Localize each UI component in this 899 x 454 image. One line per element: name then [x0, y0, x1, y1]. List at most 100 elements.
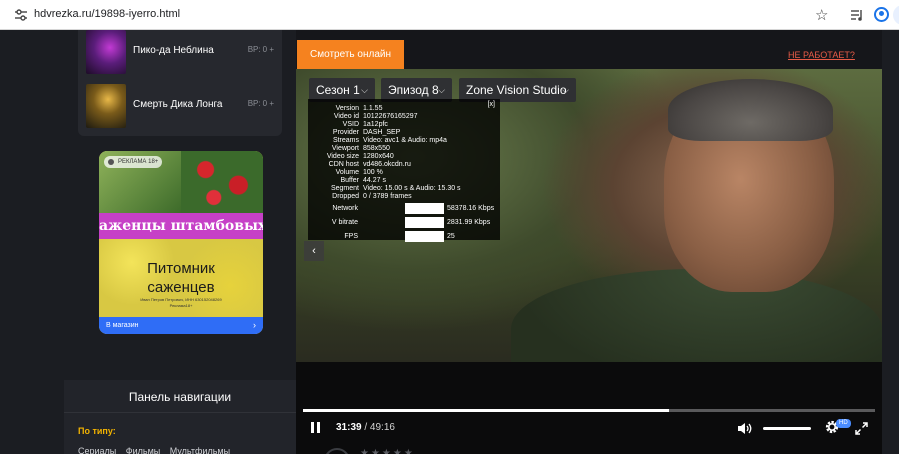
ad-headline-2: саженцев: [147, 279, 215, 296]
url-text[interactable]: hdvrezka.ru/19898-iyerro.html: [34, 8, 180, 20]
stats-graph-row: V bitrate 2831.99 Kbps: [308, 217, 500, 229]
right-gutter: [882, 30, 899, 454]
stats-value: 1.1.55: [363, 105, 383, 112]
progress-bar[interactable]: [303, 409, 875, 412]
volume-icon[interactable]: [737, 422, 753, 435]
ad-fine-print: Иван Петров Петрович, ИНН 630152048269: [140, 297, 222, 302]
navigation-panel: Панель навигации По типу: Сериалы Фильмы…: [64, 380, 296, 454]
stats-value: 858x550: [363, 145, 390, 152]
stats-key: Volume: [335, 169, 359, 176]
left-sidebar: Пико-да Неблина ВР: 0 + Смерть Дика Лонг…: [64, 30, 296, 454]
watch-header: Смотреть онлайн НЕ РАБОТАЕТ?: [296, 30, 882, 69]
stats-graph-row: Network 58378.16 Kbps: [308, 203, 500, 215]
stats-for-nerds-overlay: [x] Version 1.1.55 Video id 10122676165297 V…: [308, 99, 500, 243]
site-settings-icon[interactable]: [14, 8, 28, 22]
ad-fine-print-2: Реклама18+: [169, 303, 193, 308]
pause-icon[interactable]: [310, 422, 322, 435]
stats-row: Dropped 0 / 3789 frames: [308, 193, 500, 201]
poster-thumbnail[interactable]: [86, 30, 126, 74]
stats-row: Video id 10122676165297: [308, 113, 500, 121]
stats-graph-value: 25: [447, 233, 455, 240]
nav-panel-title: Панель навигации: [128, 390, 232, 404]
stats-graph-bar: [405, 217, 444, 228]
stats-row: Viewport 858x550: [308, 145, 500, 153]
total-time: 49:16: [369, 422, 395, 433]
profile-edge[interactable]: [893, 5, 899, 25]
progress-fill: [303, 409, 670, 412]
stats-row: Segment Video: 15.00 s & Audio: 15.30 s: [308, 185, 500, 193]
media-controls-icon[interactable]: [850, 8, 864, 22]
main-content: Смотреть онлайн НЕ РАБОТАЕТ? Сезон 1 ⌵ Э…: [296, 30, 899, 454]
stats-value: 44.27 s: [363, 177, 386, 184]
ad-shop-button[interactable]: В магазин ›: [99, 317, 263, 334]
stats-key: Version: [335, 105, 359, 112]
stats-key: Video size: [326, 153, 359, 160]
related-title[interactable]: Пико-да Неблина: [133, 45, 214, 56]
stats-key: Provider: [332, 129, 359, 136]
stats-key: Segment: [330, 185, 359, 192]
stats-row: Volume 100 %: [308, 169, 500, 177]
chevron-right-icon: ›: [253, 320, 256, 330]
stats-key: Viewport: [331, 145, 359, 152]
browser-address-bar: hdvrezka.ru/19898-iyerro.html ☆: [0, 0, 899, 30]
stats-value: Video: avc1 & Audio: mp4a: [363, 137, 447, 144]
watch-online-button[interactable]: Смотреть онлайн: [297, 40, 404, 69]
video-figure-shirt: [511, 269, 882, 362]
stats-graph-bar: [405, 231, 444, 242]
stats-value: vd486.okcdn.ru: [363, 161, 411, 168]
poster-thumbnail[interactable]: [86, 84, 126, 128]
stats-row: Video size 1280x640: [308, 153, 500, 161]
stats-key: VSID: [342, 121, 359, 128]
fullscreen-icon[interactable]: [855, 422, 868, 435]
stats-key: Streams: [332, 137, 359, 144]
stats-value: DASH_SEP: [363, 129, 401, 136]
stats-graph-label: V bitrate: [331, 219, 358, 226]
stats-value: 1a12pfc: [363, 121, 388, 128]
studio-select-value: Zone Vision Studio: [466, 83, 567, 97]
stats-key: Dropped: [332, 193, 359, 200]
related-score: ВР: 0 +: [247, 45, 274, 54]
related-score: ВР: 0 +: [247, 99, 274, 108]
list-item[interactable]: Смерть Дика Лонга ВР: 0 +: [78, 84, 282, 134]
stats-value: 10122676165297: [363, 113, 418, 120]
nav-link-series[interactable]: Сериалы: [78, 446, 116, 454]
stats-graph-bar: [405, 203, 444, 214]
ad-photo-roses: [181, 151, 263, 213]
chevron-left-icon[interactable]: ‹: [304, 241, 324, 261]
nav-link-cartoons[interactable]: Мультфильмы: [170, 446, 230, 454]
stats-row: Version 1.1.55: [308, 105, 500, 113]
stats-graph-row: FPS 25: [308, 231, 500, 243]
stats-key: Buffer: [340, 177, 359, 184]
ad-banner[interactable]: РЕКЛАМА 18+ аженцы штамбовых Ро Питомник…: [99, 151, 263, 334]
stats-value: 0 / 3789 frames: [363, 193, 412, 200]
season-select-value: Сезон 1: [316, 83, 360, 97]
stats-row: Buffer 44.27 s: [308, 177, 500, 185]
volume-slider[interactable]: [763, 427, 811, 430]
episode-select-value: Эпизод 8: [388, 83, 439, 97]
ad-label: РЕКЛАМА 18+: [104, 156, 163, 168]
time-separator: /: [361, 422, 370, 433]
account-icon[interactable]: [874, 7, 889, 22]
quality-badge: HD: [836, 419, 851, 428]
rating-stars[interactable]: ★★★★★: [360, 448, 415, 454]
bookmark-star-icon[interactable]: ☆: [815, 6, 828, 24]
stats-graph-label: Network: [332, 205, 358, 212]
stats-graph-value: 58378.16 Kbps: [447, 205, 495, 212]
related-title[interactable]: Смерть Дика Лонга: [133, 99, 223, 110]
stats-value: Video: 15.00 s & Audio: 15.30 s: [363, 185, 461, 192]
current-time: 31:39: [336, 422, 362, 433]
stats-key: CDN host: [328, 161, 359, 168]
time-display: 31:39 / 49:16: [336, 422, 395, 433]
nav-type-links: Сериалы Фильмы Мультфильмы: [78, 446, 237, 454]
ad-shop-label: В магазин: [106, 322, 139, 329]
report-broken-link[interactable]: НЕ РАБОТАЕТ?: [788, 50, 855, 60]
divider: [64, 412, 296, 413]
stats-value: 1280x640: [363, 153, 394, 160]
stats-key: Video id: [333, 113, 359, 120]
stats-row: VSID 1a12pfc: [308, 121, 500, 129]
related-list: Пико-да Неблина ВР: 0 + Смерть Дика Лонг…: [78, 30, 282, 136]
ad-headline: Питомник: [147, 260, 215, 277]
stats-row: Streams Video: avc1 & Audio: mp4a: [308, 137, 500, 145]
list-item[interactable]: Пико-да Неблина ВР: 0 +: [78, 30, 282, 80]
nav-link-films[interactable]: Фильмы: [126, 446, 160, 454]
